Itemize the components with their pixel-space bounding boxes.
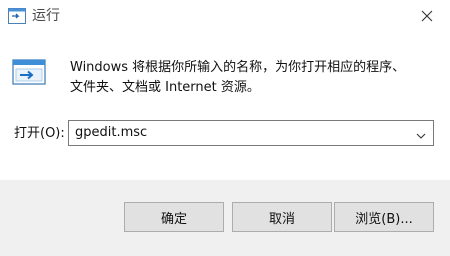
- dropdown-button[interactable]: [409, 121, 433, 145]
- window-title: 运行: [32, 8, 60, 24]
- browse-button[interactable]: 浏览(B)...: [334, 202, 434, 232]
- cancel-button[interactable]: 取消: [232, 202, 332, 232]
- description-line-1: Windows 将根据你所输入的名称，为你打开相应的程序、: [70, 60, 406, 75]
- open-combobox[interactable]: [68, 120, 434, 146]
- run-dialog-icon: [12, 58, 48, 88]
- open-input[interactable]: [69, 121, 407, 145]
- run-icon: [8, 8, 26, 24]
- open-label: 打开(O):: [14, 126, 65, 141]
- title-bar: 运行: [0, 0, 450, 34]
- close-icon: [421, 7, 433, 26]
- description-line-2: 文件夹、文档或 Internet 资源。: [70, 80, 260, 95]
- chevron-down-icon: [416, 124, 426, 143]
- description: Windows 将根据你所输入的名称，为你打开相应的程序、 文件夹、文档或 In…: [70, 58, 440, 98]
- button-bar: 确定 取消 浏览(B)...: [0, 180, 450, 256]
- ok-button[interactable]: 确定: [124, 202, 224, 232]
- run-dialog: 运行 Windows 将根据你所输入的名称，为你打开相应的程序、 文件夹、文档或…: [0, 0, 450, 256]
- close-button[interactable]: [404, 0, 450, 32]
